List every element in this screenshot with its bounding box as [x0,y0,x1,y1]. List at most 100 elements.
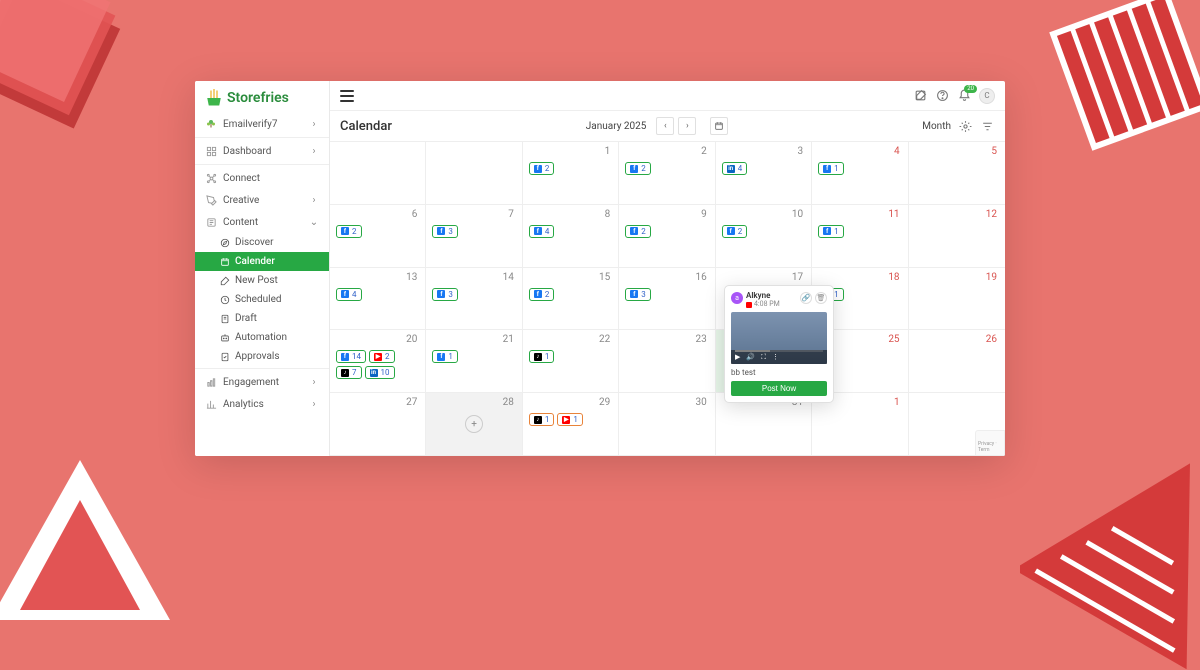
post-chip-fb[interactable]: f1 [432,350,458,363]
sidebar-item-analytics[interactable]: Analytics› [195,393,329,415]
post-chip-fb[interactable]: f3 [432,225,458,238]
post-chip-tk[interactable]: ♪7 [336,366,362,379]
analytics-icon [205,398,217,410]
post-now-button[interactable]: Post Now [731,381,827,396]
post-chip-fb[interactable]: f2 [625,225,651,238]
sidebar-sub-new-post[interactable]: New Post [195,271,329,290]
post-chip-fb[interactable]: f4 [529,225,555,238]
play-icon[interactable]: ▶ [735,353,740,361]
sidebar-sub-scheduled[interactable]: Scheduled [195,290,329,309]
calendar-cell[interactable] [330,142,426,205]
compose-icon[interactable] [913,89,927,103]
chip-count: 2 [545,290,550,299]
post-chip-fb[interactable]: f3 [432,288,458,301]
sidebar-item-connect[interactable]: Connect [195,167,329,189]
post-chip-fb[interactable]: f2 [336,225,362,238]
post-chip-fb[interactable]: f1 [818,225,844,238]
sidebar-sub-automation[interactable]: Automation [195,328,329,347]
post-chip-fb[interactable]: f2 [529,288,555,301]
post-chip-fb[interactable]: f1 [818,162,844,175]
sidebar-item-content[interactable]: Content⌄ [195,211,329,233]
calendar-cell[interactable]: 22♪1 [523,330,619,393]
sidebar-sub-calender[interactable]: Calender [195,252,329,271]
user-avatar[interactable]: C [979,88,995,104]
fullscreen-icon[interactable]: ⛶ [761,353,766,362]
post-chip-fb[interactable]: f14 [336,350,366,363]
calendar-cell[interactable]: 29♪1▶1 [523,393,619,456]
calendar-cell[interactable]: 5 [909,142,1005,205]
fb-icon: f [437,290,445,298]
tk-icon: ♪ [534,353,542,361]
calendar-cell[interactable]: 1f2 [523,142,619,205]
post-chip-yt[interactable]: ▶2 [369,350,395,363]
sidebar-item-engagement[interactable]: Engagement› [195,371,329,393]
day-number: 15 [599,272,610,283]
gear-icon[interactable] [959,119,973,133]
calendar-cell[interactable]: 3in4 [716,142,812,205]
brand-name: Storefries [227,90,289,106]
add-post-button[interactable]: + [465,415,483,433]
calendar-cell[interactable]: 2f2 [619,142,715,205]
calendar-cell[interactable]: 14f3 [426,268,522,331]
prev-button[interactable]: ‹ [656,117,674,135]
post-chip-fb[interactable]: f2 [625,162,651,175]
popover-media[interactable]: ▶ 🔊 ⛶ ⋮ [731,312,827,364]
calendar-cell[interactable]: 23 [619,330,715,393]
post-chip-tk[interactable]: ♪1 [529,350,555,363]
calendar-cell[interactable]: 9f2 [619,205,715,268]
sidebar-sub-discover[interactable]: Discover [195,233,329,252]
chip-count: 1 [834,227,839,236]
help-icon[interactable] [935,89,949,103]
sidebar-item-creative[interactable]: Creative› [195,189,329,211]
bell-icon[interactable]: 20 [957,89,971,103]
post-chip-fb[interactable]: f2 [722,225,748,238]
more-icon[interactable]: ⋮ [772,353,779,361]
calendar-cell[interactable]: 21 f1 [426,330,522,393]
sidebar-sub-approvals[interactable]: Approvals [195,347,329,366]
sidebar-sub-label: Calender [235,256,275,267]
calendar-cell[interactable]: 28+ [426,393,522,456]
filter-icon[interactable] [981,119,995,133]
brand-logo[interactable]: Storefries [195,81,329,113]
post-popover: a Alkyne 4:08 PM 🔗 🗑 [724,285,834,403]
sidebar-sub-draft[interactable]: Draft [195,309,329,328]
sidebar-item-dashboard[interactable]: Dashboard› [195,140,329,162]
calendar-cell[interactable] [426,142,522,205]
calendar-cell[interactable]: 16 f3 [619,268,715,331]
post-chip-tk[interactable]: ♪1 [529,413,555,426]
calendar-cell[interactable]: 6f2 [330,205,426,268]
calendar-cell[interactable]: 7f3 [426,205,522,268]
calendar-cell[interactable]: 13f4 [330,268,426,331]
volume-icon[interactable]: 🔊 [746,353,755,361]
post-chip-li[interactable]: in10 [365,366,395,379]
calendar-cell[interactable]: 19 [909,268,1005,331]
menu-toggle[interactable] [340,90,354,102]
calendar-cell[interactable]: 12 [909,205,1005,268]
date-picker-button[interactable] [710,117,728,135]
calendar-cell[interactable]: 4f1 [812,142,908,205]
delete-icon[interactable]: 🗑 [815,292,827,304]
calendar-cell[interactable]: 26 [909,330,1005,393]
calendar-cell[interactable]: 10f2 [716,205,812,268]
calendar-cell[interactable]: 30 [619,393,715,456]
calendar-cell[interactable]: 8f4 [523,205,619,268]
next-button[interactable]: › [678,117,696,135]
fb-icon: f [630,227,638,235]
post-chip-fb[interactable]: f3 [625,288,651,301]
chip-count: 4 [352,290,357,299]
day-number: 21 [503,334,514,345]
link-icon[interactable]: 🔗 [800,292,812,304]
calendar-cell[interactable]: 20f14▶2♪7in10 [330,330,426,393]
calendar-cell[interactable]: 11f1 [812,205,908,268]
day-number: 16 [695,272,706,283]
fb-icon: f [534,290,542,298]
calendar-cell[interactable]: 27 [330,393,426,456]
post-chip-li[interactable]: in4 [722,162,748,175]
calendar-cell[interactable]: 15 f2 [523,268,619,331]
post-chip-yt[interactable]: ▶1 [557,413,583,426]
view-mode[interactable]: Month [922,121,951,132]
post-chip-fb[interactable]: f4 [336,288,362,301]
profile-row[interactable]: Emailverify7 › [195,113,329,135]
post-chip-fb[interactable]: f2 [529,162,555,175]
page-title: Calendar [340,119,392,134]
